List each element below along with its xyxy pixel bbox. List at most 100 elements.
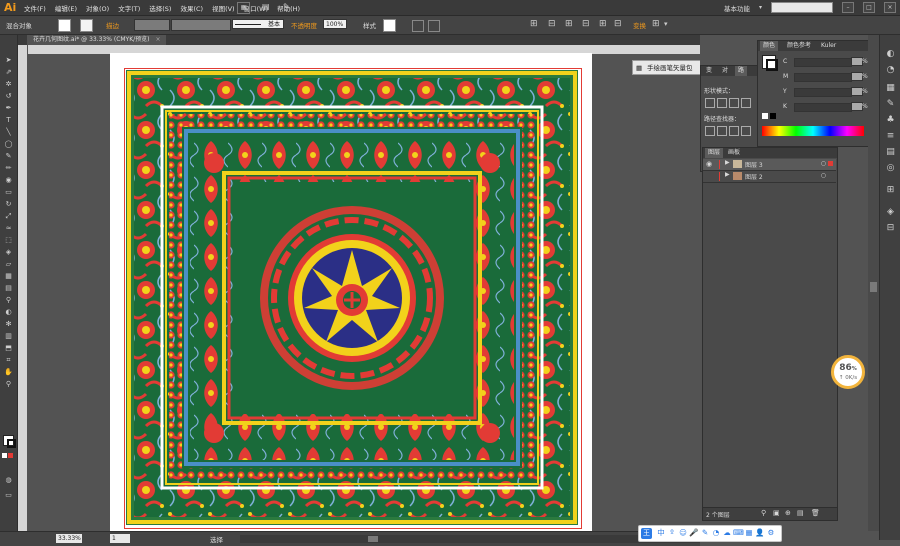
eye-icon[interactable]: ◉ [706, 160, 712, 168]
emoji-icon[interactable]: ☺ [678, 528, 688, 538]
toolbox-icon[interactable]: ▦ [744, 528, 754, 538]
artboard-tool-icon[interactable]: ⬒ [3, 343, 14, 353]
cyan-slider[interactable] [794, 58, 852, 67]
color-stroke-icon[interactable] [766, 59, 778, 71]
new-layer-icon[interactable]: ▤ [797, 509, 804, 517]
artboard[interactable] [110, 53, 592, 541]
paintbrush-tool-icon[interactable]: ✎ [3, 151, 14, 161]
stroke-color-icon[interactable] [7, 439, 16, 448]
menu-file[interactable]: 文件(F) [24, 3, 46, 13]
slice-tool-icon[interactable]: ⌗ [3, 355, 14, 365]
crop-icon[interactable] [741, 126, 751, 136]
tab-layers[interactable]: 图层 [705, 148, 724, 158]
vertical-scroll-thumb[interactable] [870, 282, 877, 292]
blend-tool-icon[interactable]: ◐ [3, 307, 14, 317]
target-icon[interactable]: ○ [821, 172, 826, 179]
eraser-tool-icon[interactable]: ▭ [3, 187, 14, 197]
align-left-icon[interactable]: ⊟ [548, 19, 556, 29]
variable-width-field[interactable] [171, 19, 231, 31]
opacity-field[interactable]: 100% [323, 19, 347, 29]
selection-tool-icon[interactable]: ➤ [3, 55, 14, 65]
draw-mode-icon[interactable]: ◍ [3, 475, 14, 485]
delete-layer-icon[interactable]: 🗑 [811, 509, 820, 517]
stroke-label[interactable]: 描边 [106, 20, 119, 30]
magic-wand-tool-icon[interactable]: ✲ [3, 79, 14, 89]
document-setup-icon[interactable] [412, 20, 424, 32]
menu-edit[interactable]: 编辑(E) [55, 3, 77, 13]
align-center-icon[interactable]: ⊞ [565, 19, 573, 29]
mesh-tool-icon[interactable]: ▦ [3, 271, 14, 281]
tab-transform[interactable]: 变 [703, 66, 715, 76]
align-right-icon[interactable]: ⊟ [582, 19, 590, 29]
zoom-field[interactable]: 33.33% [56, 534, 82, 543]
chevron-down-icon[interactable]: ▾ [759, 4, 762, 11]
brush-icon[interactable]: ✎ [283, 2, 294, 12]
tab-artboards[interactable]: 画板 [725, 148, 743, 158]
column-graph-tool-icon[interactable]: ▥ [3, 331, 14, 341]
close-button[interactable]: × [884, 2, 896, 13]
handwrite-icon[interactable]: ✎ [700, 528, 710, 538]
swap-color-icon[interactable] [8, 453, 13, 458]
layer-name[interactable]: 图层 2 [745, 172, 763, 181]
layer-name[interactable]: 图层 3 [745, 160, 763, 169]
eyedropper-tool-icon[interactable]: ⚲ [3, 295, 14, 305]
fill-swatch[interactable] [58, 19, 71, 32]
target-icon[interactable]: ○ [821, 160, 826, 167]
selection-bounding-box[interactable] [124, 68, 582, 529]
menu-type[interactable]: 文字(T) [118, 3, 140, 13]
search-input[interactable] [771, 2, 833, 13]
graphic-style-swatch[interactable] [383, 19, 396, 32]
menu-view[interactable]: 视图(V) [212, 3, 235, 13]
ellipse-tool-icon[interactable]: ◯ [3, 139, 14, 149]
tab-kuler[interactable]: Kuler [818, 41, 839, 51]
selection-indicator[interactable] [828, 161, 833, 166]
bridge-icon[interactable]: ▦ [237, 2, 250, 14]
horizontal-scroll-thumb[interactable] [368, 536, 378, 542]
mic-icon[interactable]: 🎤 [689, 528, 699, 538]
line-tool-icon[interactable]: ╲ [3, 127, 14, 137]
layers-icon[interactable]: ◈ [885, 207, 896, 218]
width-tool-icon[interactable]: ≈ [3, 223, 14, 233]
zoom-tool-icon[interactable]: ⚲ [3, 379, 14, 389]
free-transform-tool-icon[interactable]: ⬚ [3, 235, 14, 245]
skin-icon[interactable]: ◔ [711, 528, 721, 538]
tab-align[interactable]: 对 [719, 66, 731, 76]
arrange-docs-icon[interactable]: ▤ [262, 2, 273, 12]
align-grid-icon[interactable]: ⊞ [530, 19, 538, 29]
transparency-icon[interactable]: ◎ [885, 163, 896, 174]
swatches-icon[interactable]: ▦ [885, 83, 896, 94]
opacity-label[interactable]: 不透明度 [291, 20, 317, 30]
locate-object-icon[interactable]: ⚲ [761, 509, 766, 517]
symbols-icon[interactable]: ♣ [885, 115, 896, 126]
menu-effect[interactable]: 效果(C) [180, 3, 203, 13]
black-swatch-icon[interactable] [770, 113, 776, 119]
trim-icon[interactable] [717, 126, 727, 136]
minus-front-icon[interactable] [717, 98, 727, 108]
merge-icon[interactable] [729, 126, 739, 136]
lasso-tool-icon[interactable]: ↺ [3, 91, 14, 101]
none-swatch-icon[interactable] [762, 113, 768, 119]
panel-menu-icon[interactable]: ▾ [664, 20, 668, 28]
transform-label[interactable]: 变换 [633, 20, 646, 30]
tab-pathfinder[interactable]: 路 [735, 66, 748, 76]
stroke-weight-field[interactable] [134, 19, 170, 31]
close-tab-icon[interactable]: × [155, 36, 160, 43]
unite-icon[interactable] [705, 98, 715, 108]
vertical-scrollbar[interactable] [868, 35, 879, 531]
default-color-icon[interactable] [2, 453, 7, 458]
shape-builder-tool-icon[interactable]: ◈ [3, 247, 14, 257]
hand-tool-icon[interactable]: ✋ [3, 367, 14, 377]
gradient-tool-icon[interactable]: ▤ [3, 283, 14, 293]
stroke-style-field[interactable]: 基本 [232, 19, 284, 29]
layer-row[interactable]: ▶ 图层 2 ○ [703, 171, 836, 183]
yellow-slider[interactable] [794, 88, 852, 97]
gradient-icon[interactable]: ▤ [885, 147, 896, 158]
align-icon[interactable]: ⊞ [885, 185, 896, 196]
keyboard-icon[interactable]: ⌨ [733, 528, 744, 538]
ime-logo-icon[interactable]: 王 [641, 528, 652, 539]
pen-tool-icon[interactable]: ✒ [3, 103, 14, 113]
screen-mode-icon[interactable]: ▭ [3, 490, 14, 500]
distribute-icon[interactable]: ⊞ [599, 19, 607, 29]
intersect-icon[interactable] [729, 98, 739, 108]
minimize-button[interactable]: – [842, 2, 854, 13]
